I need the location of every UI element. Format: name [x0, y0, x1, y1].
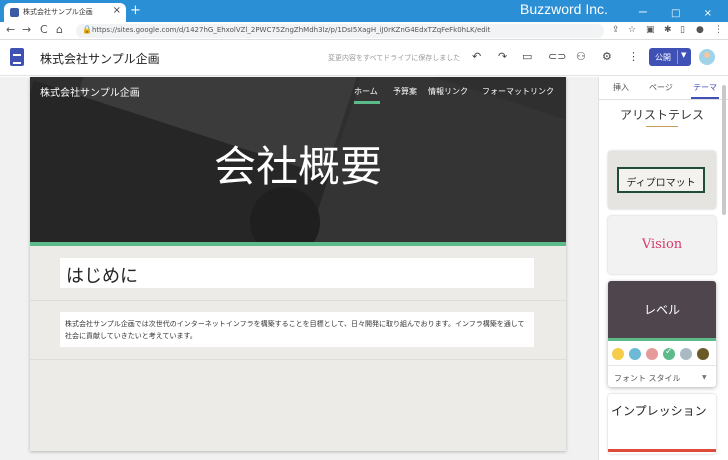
link-icon[interactable]: ⊂⊃	[548, 50, 566, 63]
body-textbox[interactable]: 株式会社サンプル企画では次世代のインターネットインフラを構築することを目標として…	[60, 312, 534, 347]
preview-icon[interactable]: ▭	[522, 50, 532, 63]
font-style-select[interactable]: フォント スタイル	[614, 373, 681, 384]
active-nav-indicator	[354, 101, 380, 104]
color-swatch[interactable]	[612, 348, 624, 360]
bookmark-star-icon[interactable]: ☆	[628, 25, 636, 35]
settings-icon[interactable]: ⚙	[602, 50, 612, 63]
avatar[interactable]	[699, 49, 715, 65]
brand-watermark: Buzzword Inc.	[520, 1, 608, 17]
theme-label: インプレッション	[611, 404, 707, 418]
reload-icon[interactable]: C	[40, 23, 48, 36]
profile-icon[interactable]: ●	[696, 25, 704, 35]
color-swatch[interactable]	[646, 348, 658, 360]
more-icon[interactable]: ⋮	[628, 50, 639, 63]
add-person-icon[interactable]: ⚇	[576, 50, 586, 63]
window-controls[interactable]: ー □ ×	[638, 4, 722, 19]
theme-label: ディプロマット	[626, 178, 696, 189]
nav-info-links[interactable]: 情報リンク	[428, 86, 468, 97]
nav-format-links[interactable]: フォーマットリンク	[482, 86, 554, 97]
section-heading: はじめに	[66, 266, 138, 287]
forward-icon[interactable]: →	[22, 23, 31, 36]
accent-bar	[30, 242, 566, 246]
publish-button[interactable]: 公開 ▼	[649, 48, 691, 66]
tab-title: 株式会社サンプル企画	[23, 8, 93, 16]
theme-diplomat[interactable]: ディプロマット	[608, 151, 716, 209]
lock-icon: 🔒	[82, 25, 92, 34]
google-sites-logo-icon[interactable]	[10, 48, 24, 66]
site-page: 株式会社サンプル企画 ホーム 予算案 情報リンク フォーマットリンク 会社概要 …	[30, 77, 566, 451]
publish-label: 公開	[655, 53, 671, 62]
color-swatch[interactable]	[697, 348, 709, 360]
nav-home[interactable]: ホーム	[354, 86, 378, 97]
browser-tab-bar: 株式会社サンプル企画 × + Buzzword Inc. ー □ ×	[0, 0, 728, 22]
tab-themes[interactable]: テーマ	[693, 82, 717, 93]
heading-textbox[interactable]: はじめに	[60, 258, 534, 288]
home-icon[interactable]: ⌂	[56, 23, 63, 36]
puzzle-icon[interactable]: ✱	[664, 25, 672, 35]
browser-menu-icon[interactable]: ⋮	[714, 25, 723, 35]
new-tab-button[interactable]: +	[130, 3, 141, 18]
tab-pages[interactable]: ページ	[649, 82, 673, 93]
browser-tab[interactable]: 株式会社サンプル企画 ×	[4, 3, 126, 22]
address-bar-row: ← → C ⌂ 🔒 https://sites.google.com/d/142…	[0, 22, 728, 40]
theme-level[interactable]: レベル フォント スタイル ▼	[608, 281, 716, 387]
saved-status: 変更内容をすべてドライブに保存しました	[328, 54, 461, 62]
sites-favicon-icon	[10, 8, 19, 17]
nav-budget[interactable]: 予算案	[393, 86, 417, 97]
color-swatch-selected[interactable]	[663, 347, 675, 360]
theme-label: Vision	[641, 237, 683, 252]
page-title[interactable]: 会社概要	[30, 133, 566, 194]
theme-vision[interactable]: Vision	[608, 216, 716, 274]
right-side-panel: 挿入 ページ テーマ アリストテレス ディプロマット Vision レベル フォ…	[598, 77, 728, 460]
hero-site-name: 株式会社サンプル企画	[40, 88, 140, 99]
extension-icon[interactable]: ▣	[646, 25, 655, 35]
back-icon[interactable]: ←	[6, 23, 15, 36]
dropdown-arrow-icon[interactable]: ▼	[702, 374, 707, 381]
theme-label: アリストテレス	[619, 108, 704, 122]
color-swatch[interactable]	[629, 348, 641, 360]
sidebar-icon[interactable]: ▯	[680, 25, 685, 35]
panel-scrollbar[interactable]	[722, 85, 726, 215]
theme-label: レベル	[643, 303, 680, 317]
chevron-down-icon[interactable]: ▼	[681, 51, 686, 59]
tab-insert[interactable]: 挿入	[613, 82, 629, 93]
sites-toolbar: 株式会社サンプル企画 変更内容をすべてドライブに保存しました ↶ ↷ ▭ ⊂⊃ …	[0, 40, 728, 76]
undo-icon[interactable]: ↶	[472, 50, 481, 63]
theme-aristotle[interactable]: アリストテレス	[608, 100, 716, 146]
tab-close-icon[interactable]: ×	[113, 5, 121, 16]
site-name[interactable]: 株式会社サンプル企画	[40, 50, 160, 67]
share-icon[interactable]: ⇪	[612, 25, 620, 35]
url-field[interactable]: 🔒 https://sites.google.com/d/1427hG_Ehxo…	[76, 24, 604, 38]
redo-icon[interactable]: ↷	[498, 50, 507, 63]
hero-header[interactable]: 株式会社サンプル企画 ホーム 予算案 情報リンク フォーマットリンク 会社概要	[30, 77, 566, 242]
url-text: https://sites.google.com/d/1427hG_EhxolV…	[92, 26, 491, 34]
color-swatch[interactable]	[680, 348, 692, 360]
body-text: 株式会社サンプル企画では次世代のインターネットインフラを構築することを目標として…	[65, 320, 525, 340]
theme-impression[interactable]: インプレッション	[608, 394, 716, 454]
